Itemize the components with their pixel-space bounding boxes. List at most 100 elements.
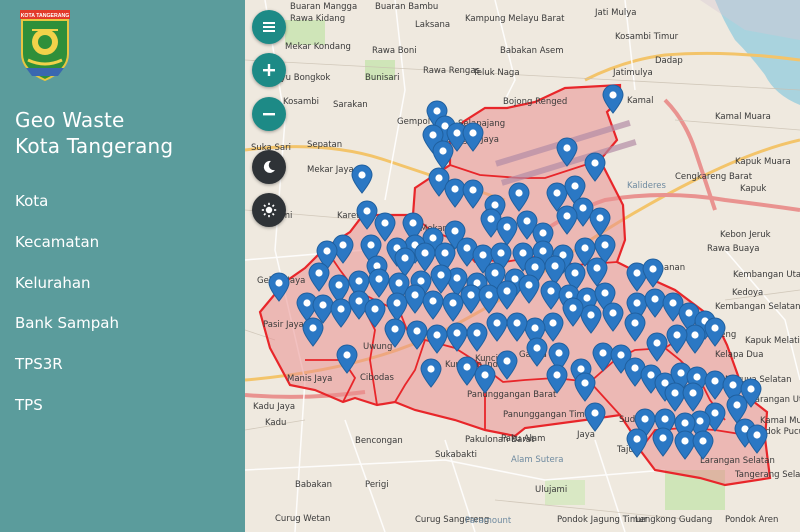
map-label: Bojong Renged: [503, 97, 568, 107]
tps-location-marker-icon[interactable]: [602, 302, 624, 332]
map-label: Kalideres: [627, 181, 666, 191]
tps-location-marker-icon[interactable]: [692, 430, 714, 460]
map-label: Manis Jaya: [287, 374, 333, 384]
tps-location-marker-icon[interactable]: [462, 179, 484, 209]
tps-location-marker-icon[interactable]: [466, 322, 488, 352]
map-label: Kampung Melayu Barat: [465, 14, 565, 24]
map-label: Kamal: [627, 96, 654, 106]
map-label: Kembangan Utara: [733, 270, 800, 280]
tps-location-marker-icon[interactable]: [589, 207, 611, 237]
tps-location-marker-icon[interactable]: [496, 350, 518, 380]
map-label: Buaran Bambu: [375, 2, 439, 12]
menu-item-kota[interactable]: Kota: [15, 190, 119, 231]
light-mode-button[interactable]: [252, 193, 286, 227]
tps-location-marker-icon[interactable]: [336, 344, 358, 374]
moon-icon: [263, 160, 275, 173]
map-label: Kosambi Timur: [615, 32, 679, 42]
map-label: Mekar Kondang: [285, 42, 351, 52]
tps-location-marker-icon[interactable]: [496, 280, 518, 310]
menu-item-tps3r[interactable]: TPS3R: [15, 353, 119, 394]
map-label: Rawa Boni: [372, 46, 417, 56]
map-label: Paramount: [465, 516, 512, 526]
tps-location-marker-icon[interactable]: [364, 298, 386, 328]
map-label: Sarakan: [333, 100, 368, 110]
map-label: Bunisari: [365, 73, 400, 83]
tps-location-marker-icon[interactable]: [432, 140, 454, 170]
map-label: Curug Wetan: [275, 514, 331, 524]
map-label: Perigi: [365, 480, 389, 490]
zoom-out-button[interactable]: [252, 97, 286, 131]
map-label: Panunggangan Timur: [503, 410, 594, 420]
map-label: Alam Sutera: [511, 455, 564, 465]
map-label: Kadu Jaya: [253, 402, 296, 412]
map-label: Teluk Naga: [473, 68, 520, 78]
map-label: Jati Mulya: [595, 8, 637, 18]
tps-location-marker-icon[interactable]: [506, 312, 528, 342]
plus-icon: [263, 64, 275, 76]
tps-location-marker-icon[interactable]: [624, 312, 646, 342]
tps-location-marker-icon[interactable]: [652, 427, 674, 457]
tps-location-marker-icon[interactable]: [406, 320, 428, 350]
layer-menu: Kota Kecamatan Kelurahan Bank Sampah TPS…: [15, 190, 119, 435]
map-label: Sepatan: [307, 140, 343, 150]
tps-location-marker-icon[interactable]: [746, 424, 768, 454]
map-label: Pondok Jagung Timur: [557, 515, 648, 525]
map-label: Bencongan: [355, 436, 403, 446]
tps-location-marker-icon[interactable]: [420, 358, 442, 388]
dark-mode-button[interactable]: [252, 150, 286, 184]
map-label: Kembangan Selatan: [715, 302, 800, 312]
menu-item-kecamatan[interactable]: Kecamatan: [15, 231, 119, 272]
menu-item-tps[interactable]: TPS: [15, 394, 119, 435]
tps-location-marker-icon[interactable]: [422, 290, 444, 320]
tps-location-marker-icon[interactable]: [268, 272, 290, 302]
menu-item-kelurahan[interactable]: Kelurahan: [15, 272, 119, 313]
map-label: Jatimulya: [613, 68, 653, 78]
tps-location-marker-icon[interactable]: [626, 428, 648, 458]
tps-location-marker-icon[interactable]: [682, 382, 704, 412]
minus-icon: [263, 113, 275, 116]
map-label: Buaran Mangga: [290, 2, 358, 12]
map-label: Kebon Jeruk: [720, 230, 771, 240]
tps-location-marker-icon[interactable]: [602, 84, 624, 114]
tps-location-marker-icon[interactable]: [526, 337, 548, 367]
tps-location-marker-icon[interactable]: [704, 317, 726, 347]
map-label: Sukabakti: [435, 450, 477, 460]
tps-location-marker-icon[interactable]: [462, 122, 484, 152]
tps-location-marker-icon[interactable]: [556, 137, 578, 167]
tps-location-marker-icon[interactable]: [302, 317, 324, 347]
map-label: Rawa Kidang: [290, 14, 346, 24]
tps-location-marker-icon[interactable]: [426, 324, 448, 354]
map-label: Mekar Jaya: [307, 165, 354, 175]
city-emblem-logo: KOTA TANGERANG: [14, 8, 76, 84]
map-label: Cibodas: [360, 373, 394, 383]
map-label: Kamal Muara: [715, 112, 771, 122]
tps-location-marker-icon[interactable]: [351, 164, 373, 194]
map-label: Ulujami: [535, 485, 568, 495]
tps-location-marker-icon[interactable]: [446, 322, 468, 352]
tps-location-marker-icon[interactable]: [308, 262, 330, 292]
tps-location-marker-icon[interactable]: [642, 258, 664, 288]
tps-location-marker-icon[interactable]: [474, 364, 496, 394]
tps-location-marker-icon[interactable]: [584, 402, 606, 432]
app-title: Geo Waste Kota Tangerang: [15, 107, 173, 159]
map-view[interactable]: Buaran Mangga Buaran Bambu Rawa Kidang Laks…: [245, 0, 800, 532]
map-label: Cengkareng Barat: [675, 172, 753, 182]
tps-location-marker-icon[interactable]: [584, 152, 606, 182]
tps-location-marker-icon[interactable]: [574, 372, 596, 402]
map-label: Rawa Buaya: [707, 244, 760, 254]
sidebar: KOTA TANGERANG Geo Waste Kota Tangerang …: [0, 0, 245, 532]
tps-location-marker-icon[interactable]: [486, 312, 508, 342]
zoom-in-button[interactable]: [252, 53, 286, 87]
tps-location-marker-icon[interactable]: [556, 205, 578, 235]
tps-location-marker-icon[interactable]: [562, 297, 584, 327]
map-label: Babakan: [295, 480, 333, 490]
tps-location-marker-icon[interactable]: [508, 182, 530, 212]
tps-location-marker-icon[interactable]: [666, 324, 688, 354]
tps-location-marker-icon[interactable]: [518, 274, 540, 304]
tps-location-marker-icon[interactable]: [384, 318, 406, 348]
tps-location-marker-icon[interactable]: [546, 364, 568, 394]
layers-button[interactable]: [252, 10, 286, 44]
menu-item-bank-sampah[interactable]: Bank Sampah: [15, 312, 119, 353]
tps-location-marker-icon[interactable]: [646, 332, 668, 362]
map-label: Kadu: [265, 418, 287, 428]
